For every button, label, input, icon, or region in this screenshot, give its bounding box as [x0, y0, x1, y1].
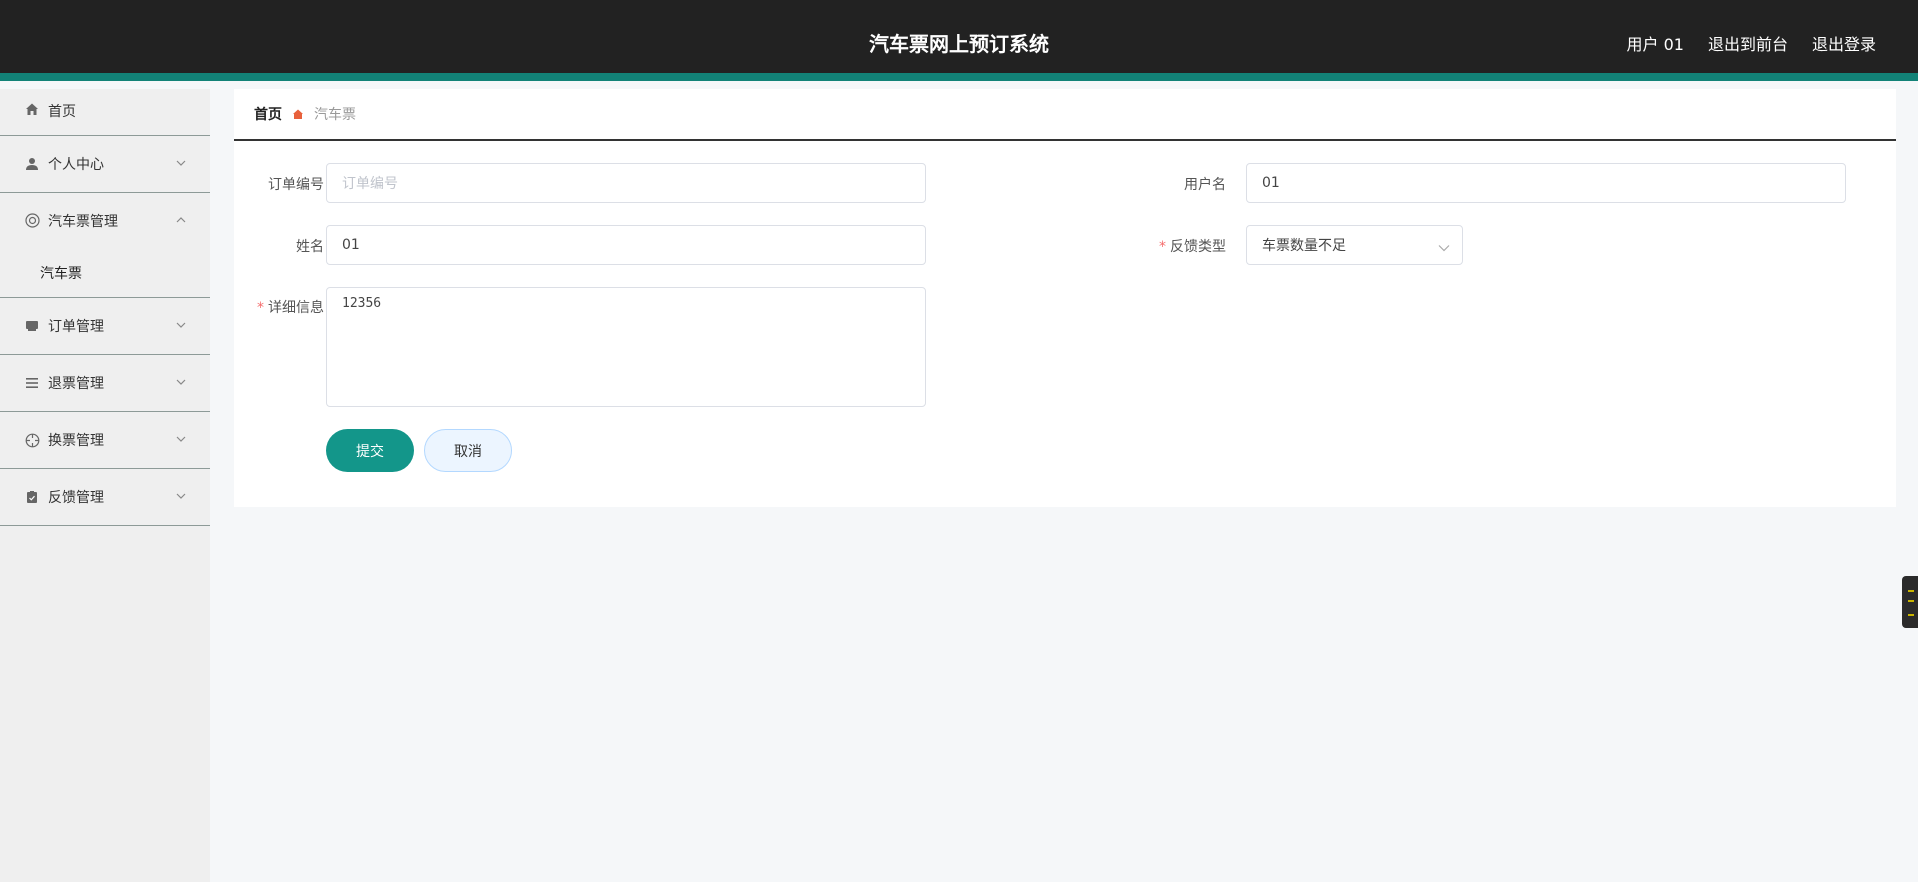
- user-icon: [24, 156, 40, 172]
- sidebar-item-label: 反馈管理: [48, 490, 104, 506]
- inbox-icon: [24, 318, 40, 334]
- breadcrumb: 首页 汽车票: [234, 89, 1896, 141]
- sidebar-item-order-management[interactable]: 订单管理: [0, 298, 210, 355]
- name-input[interactable]: 01: [326, 225, 926, 265]
- submit-button[interactable]: 提交: [326, 429, 414, 472]
- logout-link[interactable]: 退出登录: [1812, 31, 1876, 55]
- main-panel: 首页 汽车票 订单编号 订单编号 用户名 01 姓名 01 * 反馈类型 车票数量…: [234, 89, 1896, 507]
- required-asterisk: *: [1159, 239, 1166, 255]
- username-input[interactable]: 01: [1246, 163, 1846, 203]
- chevron-down-icon: [174, 377, 188, 387]
- sidebar-item-refund-management[interactable]: 退票管理: [0, 355, 210, 412]
- sidebar-item-ticket-management[interactable]: 汽车票管理: [0, 193, 210, 248]
- sidebar-item-feedback-management[interactable]: 反馈管理: [0, 469, 210, 526]
- breadcrumb-home[interactable]: 首页: [254, 104, 282, 124]
- side-tool-handle[interactable]: [1902, 576, 1918, 628]
- sidebar-menu: 首页 个人中心 汽车票管理 汽车票 订单管理 退票管理 换票管理 反馈管理: [0, 89, 210, 882]
- house-separator-icon: [292, 108, 304, 120]
- sidebar-item-exchange-management[interactable]: 换票管理: [0, 412, 210, 469]
- lifebuoy-icon: [24, 213, 40, 229]
- crosshair-icon: [24, 432, 40, 448]
- sidebar-item-label: 首页: [48, 104, 76, 120]
- feedback-type-value: 车票数量不足: [1262, 238, 1346, 254]
- name-label: 姓名: [296, 239, 324, 255]
- order-number-input[interactable]: 订单编号: [326, 163, 926, 203]
- sidebar-item-label: 订单管理: [48, 319, 104, 335]
- list-icon: [24, 375, 40, 391]
- chevron-down-icon: [174, 491, 188, 501]
- chevron-up-icon: [174, 215, 188, 225]
- sidebar-item-personal-center[interactable]: 个人中心: [0, 136, 210, 193]
- chevron-down-icon: [174, 434, 188, 444]
- current-user-label[interactable]: 用户 01: [1627, 31, 1684, 55]
- home-icon: [24, 101, 40, 117]
- cancel-button[interactable]: 取消: [424, 429, 512, 472]
- exit-to-front-link[interactable]: 退出到前台: [1708, 31, 1788, 55]
- breadcrumb-current: 汽车票: [314, 107, 356, 123]
- sidebar-item-label: 换票管理: [48, 433, 104, 449]
- chevron-down-icon: [174, 320, 188, 330]
- sidebar-item-home[interactable]: 首页: [0, 89, 210, 136]
- sidebar-item-label: 汽车票管理: [48, 213, 118, 230]
- detail-textarea[interactable]: 12356: [326, 287, 926, 407]
- feedback-type-label: * 反馈类型: [1159, 239, 1226, 255]
- order-number-label: 订单编号: [268, 177, 324, 193]
- chevron-down-icon: [1438, 240, 1450, 256]
- chevron-down-icon: [174, 158, 188, 168]
- feedback-type-select[interactable]: 车票数量不足: [1246, 225, 1463, 265]
- sidebar-subitem-bus-ticket[interactable]: 汽车票: [0, 248, 210, 298]
- top-header: 汽车票网上预订系统 用户 01 退出到前台 退出登录: [0, 0, 1918, 81]
- sidebar-item-label: 退票管理: [48, 376, 104, 392]
- username-label: 用户名: [1184, 177, 1226, 193]
- sidebar-item-label: 个人中心: [48, 157, 104, 173]
- required-asterisk: *: [257, 300, 264, 316]
- user-links: 用户 01 退出到前台 退出登录: [1627, 31, 1876, 55]
- detail-label: * 详细信息: [257, 300, 324, 316]
- clipboard-icon: [24, 489, 40, 505]
